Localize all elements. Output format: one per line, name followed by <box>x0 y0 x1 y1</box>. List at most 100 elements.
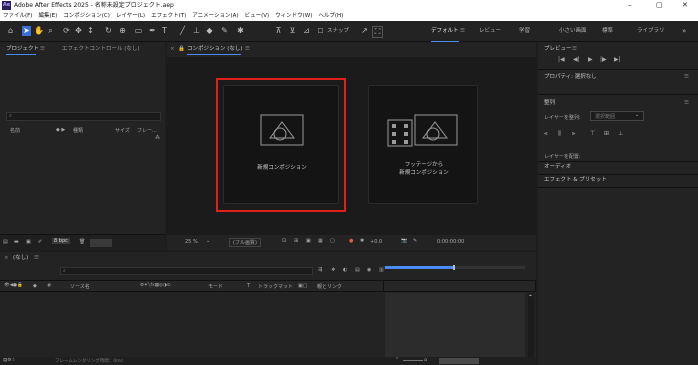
exposure-value[interactable]: +0.0 <box>370 239 382 245</box>
text-tool-icon[interactable]: T <box>160 26 169 36</box>
adjust-icon[interactable]: ✐ <box>38 239 42 245</box>
close-button[interactable]: ✕ <box>682 0 688 11</box>
workspace-libraries[interactable]: ライブラリ <box>637 21 665 42</box>
axis-local-icon[interactable]: ⊼ <box>274 26 283 36</box>
draft-3d-icon[interactable]: ❖ <box>331 267 335 273</box>
timeline-tab[interactable]: (なし) <box>13 253 28 263</box>
zoom-tool-icon[interactable]: ⌕ <box>46 26 55 36</box>
workspace-small-screen[interactable]: 小さい画面 <box>559 21 587 42</box>
workspace-review[interactable]: レビュー <box>479 21 501 42</box>
workspace-default[interactable]: デフォルト <box>431 21 459 42</box>
dolly-tool-icon[interactable]: ↕ <box>86 26 95 36</box>
current-time[interactable]: 0:00:00:00 <box>437 239 464 245</box>
workspace-standard[interactable]: 標準 <box>602 21 613 42</box>
workspace-learn[interactable]: 学習 <box>519 21 530 42</box>
snap-toggle-icon[interactable]: ⛶ <box>372 26 383 38</box>
av-features-icon[interactable]: 👁◀●🔒 <box>4 283 23 288</box>
zoom-chevron-icon[interactable]: ⌄ <box>206 238 210 244</box>
anchor-tool-icon[interactable]: ⊕ <box>118 26 127 36</box>
color-channel-icon[interactable]: ● <box>349 238 353 244</box>
t-col[interactable]: T <box>247 283 250 289</box>
brush-tool-icon[interactable]: ╱ <box>178 26 187 36</box>
align-bottom-icon[interactable]: ⊥ <box>618 130 623 137</box>
menu-animation[interactable]: アニメーション(A) <box>192 11 238 21</box>
resolution-dropdown[interactable]: (フル画質) <box>229 238 261 247</box>
frame-blend-icon[interactable]: ▤ <box>355 267 360 273</box>
menu-view[interactable]: ビュー(V) <box>245 11 270 21</box>
timeline-nav-icon[interactable]: ⌖ <box>529 293 532 299</box>
align-right-icon[interactable]: ⫸ <box>572 130 575 138</box>
zoom-slider-icon[interactable]: ⌂ <box>424 357 427 363</box>
selection-tool-icon[interactable]: ➤ <box>22 26 31 36</box>
work-area-bar[interactable] <box>385 266 453 269</box>
menu-file[interactable]: ファイル(F) <box>3 11 32 21</box>
col-name[interactable]: 名前 <box>10 127 20 134</box>
first-frame-icon[interactable]: |◀ <box>558 56 565 63</box>
shy-icon[interactable]: ◐ <box>343 267 347 273</box>
comp-flowchart-icon[interactable]: ⇶ <box>318 267 322 273</box>
col-size[interactable]: サイズ <box>115 127 130 134</box>
menu-edit[interactable]: 編集(E) <box>38 11 57 21</box>
close-tab-icon[interactable]: × <box>170 44 175 54</box>
project-search-input[interactable]: ⌕ <box>6 112 161 121</box>
timeline-search-input[interactable]: ⌕ <box>60 267 313 275</box>
lock-icon[interactable]: 🔒 <box>178 44 185 54</box>
menu-effect[interactable]: エフェクト(T) <box>151 11 186 21</box>
new-comp-from-footage-card[interactable]: フッテージから 新規コンポジション <box>368 85 478 204</box>
color-swatch[interactable] <box>90 239 112 247</box>
show-snapshot-icon[interactable]: ✎ <box>413 238 417 244</box>
safe-zones-icon[interactable]: ⊡ <box>282 238 286 244</box>
audio-header[interactable]: オーディオ <box>544 162 571 172</box>
close-timeline-icon[interactable]: × <box>4 253 9 263</box>
home-icon[interactable]: ⌂ <box>6 26 15 36</box>
zoom-dropdown[interactable]: 25 % <box>185 239 198 245</box>
timeline-scrollbar[interactable] <box>439 358 479 364</box>
new-folder-icon[interactable]: ▬ <box>14 239 19 245</box>
region-icon[interactable]: ▢ <box>330 238 335 244</box>
clone-tool-icon[interactable]: ⊥ <box>192 26 201 36</box>
maximize-button[interactable]: ▢ <box>656 0 663 11</box>
align-top-icon[interactable]: ⊤ <box>590 130 595 137</box>
toggle-switches-icon[interactable]: ▤⚙☃ <box>3 358 15 363</box>
tab-composition[interactable]: コンポジション (なし) <box>187 44 243 54</box>
menu-layer[interactable]: レイヤー(L) <box>116 11 145 21</box>
effects-presets-header[interactable]: エフェクト & プリセット <box>544 175 607 185</box>
interpret-footage-icon[interactable]: ▤ <box>3 239 8 245</box>
track-matte-col[interactable]: トラックマット <box>258 283 293 290</box>
expand-icon[interactable]: ↗ <box>360 26 369 36</box>
eraser-tool-icon[interactable]: ◆ <box>205 26 214 36</box>
snapshot-icon[interactable]: 📷 <box>401 238 407 244</box>
exposure-icon[interactable]: ✱ <box>360 238 364 244</box>
flowchart-icon[interactable]: ⁂ <box>155 135 160 141</box>
more-workspaces-icon[interactable]: » <box>682 21 686 42</box>
preview-tab[interactable]: プレビュー <box>544 44 572 54</box>
last-frame-icon[interactable]: ▶| <box>614 56 621 63</box>
align-hcenter-icon[interactable]: ⫼ <box>558 130 561 138</box>
next-frame-icon[interactable]: |▶ <box>600 56 607 63</box>
menu-help[interactable]: ヘルプ(H) <box>318 11 343 21</box>
mask-icon[interactable]: ▣ <box>306 238 311 244</box>
align-left-icon[interactable]: ⫷ <box>544 130 547 138</box>
col-type[interactable]: 種類 <box>73 127 83 134</box>
align-to-dropdown[interactable]: 選択範囲 ⌄ <box>590 111 644 121</box>
new-composition-card[interactable]: 新規コンポジション <box>223 85 339 204</box>
parent-link-col[interactable]: 親とリンク <box>317 283 342 290</box>
bpc-button[interactable]: 8 bpc <box>52 238 70 244</box>
pen-tool-icon[interactable]: ✒ <box>148 26 157 36</box>
menu-window[interactable]: ウィンドウ(W) <box>275 11 312 21</box>
hand-tool-icon[interactable]: ✋ <box>34 26 44 36</box>
rotate-tool-icon[interactable]: ↻ <box>104 26 113 36</box>
pan-tool-icon[interactable]: ✥ <box>74 26 83 36</box>
source-name-col[interactable]: ソース名 <box>70 283 90 290</box>
menu-composition[interactable]: コンポジション(C) <box>63 11 110 21</box>
tab-effect-controls[interactable]: エフェクトコントロール (なし) <box>62 44 140 54</box>
rectangle-tool-icon[interactable]: ▭ <box>134 26 143 36</box>
play-icon[interactable]: ▶ <box>588 56 593 63</box>
tab-project[interactable]: プロジェクト <box>6 44 39 54</box>
col-frame[interactable]: フレー... <box>137 127 157 134</box>
snap-checkbox-icon[interactable]: ☐ <box>316 26 325 36</box>
orbit-tool-icon[interactable]: ⟳ <box>62 26 71 36</box>
mode-col[interactable]: モード <box>208 283 223 290</box>
axis-view-icon[interactable]: ⊿ <box>302 26 311 36</box>
motion-blur-icon[interactable]: ◉ <box>367 267 371 273</box>
